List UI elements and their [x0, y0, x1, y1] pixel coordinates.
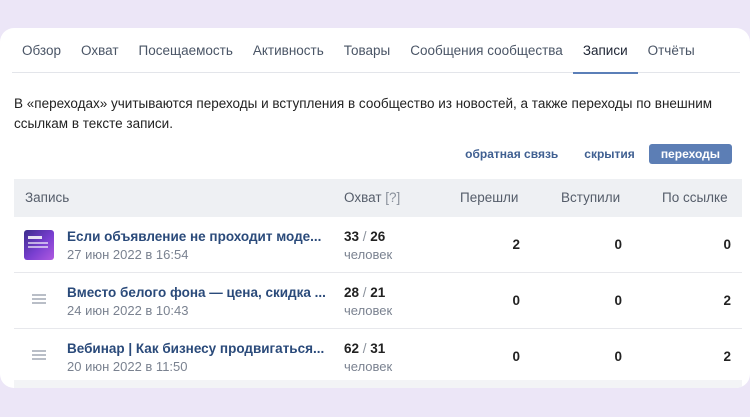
tab-reach[interactable]: Охват: [71, 28, 129, 73]
tab-attendance[interactable]: Посещаемость: [129, 28, 243, 73]
filter-hidden-button[interactable]: скрытия: [572, 144, 647, 164]
table-header: Запись Охват [?] Перешли Вступили По ссы…: [14, 179, 742, 217]
tab-activity[interactable]: Активность: [243, 28, 334, 73]
clicked-value: 0: [512, 293, 520, 308]
header-joined[interactable]: Вступили: [561, 179, 620, 217]
joined-value: 0: [614, 237, 622, 252]
tab-products[interactable]: Товары: [334, 28, 400, 73]
reach-value: 33 / 26: [344, 229, 386, 244]
header-reach-label: Охват: [344, 190, 382, 205]
table-footer-strip: [14, 380, 742, 388]
reach-help-icon[interactable]: [?]: [385, 190, 400, 205]
header-reach[interactable]: Охват [?]: [344, 179, 400, 217]
table-row[interactable]: Если объявление не проходит моде... 27 и…: [14, 217, 742, 273]
header-post[interactable]: Запись: [25, 179, 69, 217]
post-image-thumbnail[interactable]: [24, 230, 54, 260]
clicked-value: 0: [512, 349, 520, 364]
tab-reports[interactable]: Отчёты: [638, 28, 705, 73]
by-link-value: 2: [723, 293, 731, 308]
post-date: 27 июн 2022 в 16:54: [67, 247, 189, 262]
post-date: 24 июн 2022 в 10:43: [67, 303, 189, 318]
table-row[interactable]: Вместо белого фона — цена, скидка ... 24…: [14, 273, 742, 329]
filter-clicks-button[interactable]: переходы: [648, 144, 732, 164]
joined-value: 0: [614, 349, 622, 364]
tab-overview[interactable]: Обзор: [12, 28, 71, 73]
table-row[interactable]: Вебинар | Как бизнесу продвигаться... 20…: [14, 329, 742, 385]
tab-community-messages[interactable]: Сообщения сообщества: [400, 28, 573, 73]
reach-unit: человек: [344, 359, 393, 374]
reach-unit: человек: [344, 303, 393, 318]
filter-feedback-button[interactable]: обратная связь: [453, 144, 570, 164]
post-title-link[interactable]: Если объявление не проходит моде...: [67, 229, 329, 244]
tab-posts[interactable]: Записи: [572, 28, 638, 74]
text-lines-icon: [32, 350, 46, 362]
post-title-link[interactable]: Вместо белого фона — цена, скидка ...: [67, 285, 329, 300]
post-title-link[interactable]: Вебинар | Как бизнесу продвигаться...: [67, 341, 329, 356]
reach-unit: человек: [344, 247, 393, 262]
stats-card: Обзор Охват Посещаемость Активность Това…: [0, 28, 750, 388]
reach-value: 62 / 31: [344, 341, 386, 356]
stats-tabs: Обзор Охват Посещаемость Активность Това…: [12, 28, 740, 74]
header-by-link[interactable]: По ссылке: [662, 179, 728, 217]
info-text: В «переходах» учитываются переходы и вст…: [14, 96, 713, 131]
text-lines-icon: [32, 294, 46, 306]
clicked-value: 2: [512, 237, 520, 252]
metric-filters: обратная связь скрытия переходы: [451, 144, 732, 164]
by-link-value: 0: [723, 237, 731, 252]
reach-value: 28 / 21: [344, 285, 386, 300]
post-date: 20 июн 2022 в 11:50: [67, 359, 188, 374]
joined-value: 0: [614, 293, 622, 308]
by-link-value: 2: [723, 349, 731, 364]
header-clicked[interactable]: Перешли: [460, 179, 518, 217]
